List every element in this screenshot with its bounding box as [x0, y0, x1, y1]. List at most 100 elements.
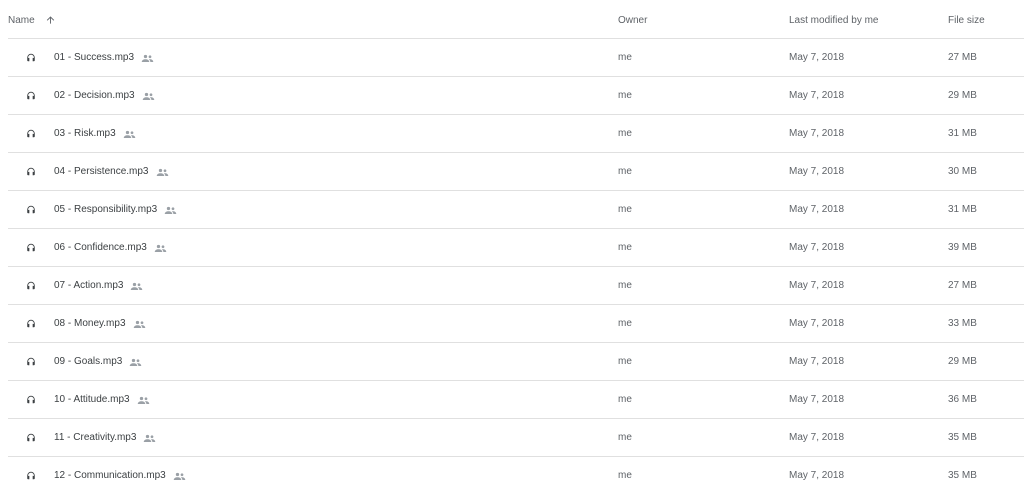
file-name-cell[interactable]: 07 - Action.mp3 — [54, 280, 143, 292]
file-row[interactable]: 11 - Creativity.mp3 me May 7, 2018 35 MB — [8, 419, 1024, 457]
file-row[interactable]: 09 - Goals.mp3 me May 7, 2018 29 MB — [8, 343, 1024, 381]
file-name[interactable]: 06 - Confidence.mp3 — [54, 242, 147, 254]
file-name[interactable]: 10 - Attitude.mp3 — [54, 394, 130, 406]
file-row[interactable]: 08 - Money.mp3 me May 7, 2018 33 MB — [8, 305, 1024, 343]
column-header-row: Name Owner Last modified by me File size — [8, 0, 1024, 39]
file-name[interactable]: 05 - Responsibility.mp3 — [54, 204, 157, 216]
owner-cell: me — [618, 242, 632, 253]
last-modified-cell: May 7, 2018 — [789, 128, 845, 139]
headphones-icon — [27, 357, 35, 366]
headphones-icon — [27, 91, 35, 100]
headphones-icon — [27, 53, 35, 62]
file-size-cell: 35 MB — [948, 470, 977, 481]
shared-people-icon — [137, 396, 149, 404]
last-modified-cell: May 7, 2018 — [789, 90, 845, 101]
last-modified-cell: May 7, 2018 — [789, 318, 845, 329]
file-name[interactable]: 02 - Decision.mp3 — [54, 90, 135, 102]
last-modified-cell: May 7, 2018 — [789, 242, 845, 253]
headphones-icon — [27, 281, 35, 290]
column-header-owner[interactable]: Owner — [618, 15, 647, 27]
headphones-icon — [27, 395, 35, 404]
file-name-cell[interactable]: 05 - Responsibility.mp3 — [54, 204, 177, 216]
last-modified-cell: May 7, 2018 — [789, 432, 845, 443]
file-size-cell: 27 MB — [948, 52, 977, 63]
file-name[interactable]: 04 - Persistence.mp3 — [54, 166, 149, 178]
shared-people-icon — [141, 54, 154, 62]
file-size-cell: 36 MB — [948, 394, 977, 405]
shared-people-icon — [156, 168, 168, 176]
headphones-icon — [27, 129, 35, 138]
last-modified-cell: May 7, 2018 — [789, 356, 845, 367]
file-name-cell[interactable]: 08 - Money.mp3 — [54, 318, 146, 330]
file-row[interactable]: 01 - Success.mp3 me May 7, 2018 27 MB — [8, 39, 1024, 77]
column-header-file-size[interactable]: File size — [948, 15, 985, 27]
owner-cell: me — [618, 318, 632, 329]
last-modified-cell: May 7, 2018 — [789, 470, 845, 481]
file-name[interactable]: 07 - Action.mp3 — [54, 280, 123, 292]
owner-cell: me — [618, 356, 632, 367]
file-name-cell[interactable]: 02 - Decision.mp3 — [54, 90, 155, 102]
headphones-icon — [27, 205, 35, 214]
owner-cell: me — [618, 90, 632, 101]
file-name[interactable]: 08 - Money.mp3 — [54, 318, 126, 330]
file-row[interactable]: 07 - Action.mp3 me May 7, 2018 27 MB — [8, 267, 1024, 305]
file-row[interactable]: 02 - Decision.mp3 me May 7, 2018 29 MB — [8, 77, 1024, 115]
column-header-last-modified[interactable]: Last modified by me — [789, 15, 879, 27]
file-size-cell: 29 MB — [948, 356, 977, 367]
owner-cell: me — [618, 394, 632, 405]
owner-cell: me — [618, 166, 632, 177]
column-header-name[interactable]: Name — [8, 15, 35, 27]
file-name[interactable]: 09 - Goals.mp3 — [54, 356, 122, 368]
last-modified-cell: May 7, 2018 — [789, 280, 845, 291]
last-modified-cell: May 7, 2018 — [789, 166, 845, 177]
headphones-icon — [27, 433, 35, 442]
file-name-cell[interactable]: 03 - Risk.mp3 — [54, 128, 136, 140]
file-size-cell: 31 MB — [948, 128, 977, 139]
file-name-cell[interactable]: 01 - Success.mp3 — [54, 52, 154, 64]
file-row[interactable]: 05 - Responsibility.mp3 me May 7, 2018 3… — [8, 191, 1024, 229]
file-name-cell[interactable]: 04 - Persistence.mp3 — [54, 166, 169, 178]
owner-cell: me — [618, 280, 632, 291]
file-row[interactable]: 04 - Persistence.mp3 me May 7, 2018 30 M… — [8, 153, 1024, 191]
owner-cell: me — [618, 204, 632, 215]
file-rows: 01 - Success.mp3 me May 7, 2018 27 MB 02… — [8, 39, 1024, 494]
shared-people-icon — [164, 206, 177, 214]
headphones-icon — [27, 319, 35, 328]
file-name-cell[interactable]: 12 - Communication.mp3 — [54, 470, 186, 482]
file-size-cell: 33 MB — [948, 318, 977, 329]
owner-cell: me — [618, 128, 632, 139]
headphones-icon — [27, 243, 35, 252]
sort-ascending-icon[interactable] — [45, 14, 56, 26]
file-size-cell: 39 MB — [948, 242, 977, 253]
file-row[interactable]: 06 - Confidence.mp3 me May 7, 2018 39 MB — [8, 229, 1024, 267]
last-modified-cell: May 7, 2018 — [789, 52, 845, 63]
file-row[interactable]: 10 - Attitude.mp3 me May 7, 2018 36 MB — [8, 381, 1024, 419]
shared-people-icon — [130, 358, 142, 366]
file-size-cell: 30 MB — [948, 166, 977, 177]
file-row[interactable]: 12 - Communication.mp3 me May 7, 2018 35… — [8, 457, 1024, 494]
shared-people-icon — [144, 434, 156, 442]
headphones-icon — [27, 167, 35, 176]
file-name[interactable]: 01 - Success.mp3 — [54, 52, 134, 64]
file-size-cell: 35 MB — [948, 432, 977, 443]
file-list: Name Owner Last modified by me File size… — [8, 0, 1024, 494]
file-size-cell: 27 MB — [948, 280, 977, 291]
owner-cell: me — [618, 470, 632, 481]
file-name[interactable]: 03 - Risk.mp3 — [54, 128, 116, 140]
file-name-cell[interactable]: 11 - Creativity.mp3 — [54, 432, 156, 444]
file-name-cell[interactable]: 06 - Confidence.mp3 — [54, 242, 167, 254]
file-name-cell[interactable]: 10 - Attitude.mp3 — [54, 394, 150, 406]
shared-people-icon — [131, 282, 143, 290]
last-modified-cell: May 7, 2018 — [789, 394, 845, 405]
file-size-cell: 29 MB — [948, 90, 977, 101]
shared-people-icon — [142, 92, 154, 100]
file-name[interactable]: 11 - Creativity.mp3 — [54, 432, 136, 444]
file-name-cell[interactable]: 09 - Goals.mp3 — [54, 356, 142, 368]
shared-people-icon — [133, 320, 145, 328]
last-modified-cell: May 7, 2018 — [789, 204, 845, 215]
file-row[interactable]: 03 - Risk.mp3 me May 7, 2018 31 MB — [8, 115, 1024, 153]
owner-cell: me — [618, 52, 632, 63]
file-name[interactable]: 12 - Communication.mp3 — [54, 470, 166, 482]
headphones-icon — [27, 471, 35, 480]
owner-cell: me — [618, 432, 632, 443]
